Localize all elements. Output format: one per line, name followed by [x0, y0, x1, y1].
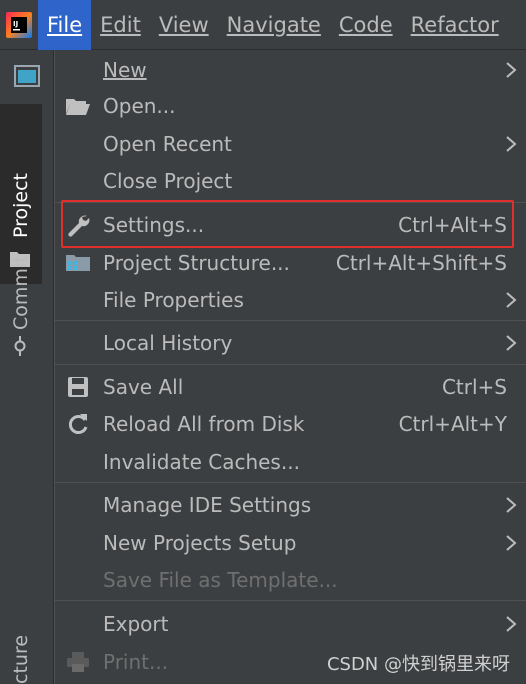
open-folder-icon: [65, 94, 91, 118]
menu-item-manage-ide-settings[interactable]: Manage IDE Settings: [55, 487, 526, 523]
menu-item-close-project-label: Close Project: [103, 169, 233, 193]
menu-item-file-properties[interactable]: File Properties: [55, 282, 526, 318]
menu-item-local-history[interactable]: Local History: [55, 325, 526, 361]
menu-item-project-structure[interactable]: Project Structure... Ctrl+Alt+Shift+S: [55, 245, 526, 281]
menu-item-open-recent[interactable]: Open Recent: [55, 126, 526, 162]
settings-highlight-box: [61, 200, 514, 248]
menu-item-open[interactable]: Open...: [55, 88, 526, 124]
menu-item-local-history-label: Local History: [103, 331, 233, 355]
menu-item-save-all-shortcut: Ctrl+S: [441, 375, 507, 399]
menu-item-close-project[interactable]: Close Project: [55, 163, 526, 199]
menu-item-project-structure-shortcut: Ctrl+Alt+Shift+S: [335, 251, 507, 275]
menu-item-save-file-as-template: Save File as Template...: [55, 562, 526, 598]
menu-item-reload-label: Reload All from Disk: [103, 412, 305, 436]
menu-refactor[interactable]: Refactor: [402, 0, 508, 50]
menu-item-open-label: Open...: [103, 94, 176, 118]
menu-code[interactable]: Code: [330, 0, 402, 50]
window-layout-icon[interactable]: [0, 50, 54, 102]
menu-item-export[interactable]: Export: [55, 606, 526, 642]
menu-item-open-recent-label: Open Recent: [103, 132, 232, 156]
file-menu-dropdown: New Open... Open Recent Close Project Se…: [54, 50, 526, 684]
submenu-arrow-icon: [506, 616, 517, 632]
menu-item-invalidate-caches[interactable]: Invalidate Caches...: [55, 444, 526, 480]
menu-item-new-projects-setup[interactable]: New Projects Setup: [55, 525, 526, 561]
menu-item-new[interactable]: New: [55, 52, 526, 88]
intellij-logo-icon[interactable]: IJ: [0, 0, 38, 50]
commit-icon: [10, 336, 30, 360]
submenu-arrow-icon: [506, 136, 517, 152]
menu-navigate[interactable]: Navigate: [218, 0, 330, 50]
menu-item-new-projects-setup-label: New Projects Setup: [103, 531, 297, 555]
submenu-arrow-icon: [506, 62, 517, 78]
save-icon: [65, 375, 91, 399]
tab-structure[interactable]: cture: [0, 634, 42, 684]
refresh-icon: [65, 412, 91, 436]
submenu-arrow-icon: [506, 497, 517, 513]
menu-separator: [55, 320, 526, 321]
tab-commit[interactable]: Commit: [0, 246, 42, 366]
menu-separator: [55, 364, 526, 365]
menu-item-save-all-label: Save All: [103, 375, 184, 399]
menu-item-export-label: Export: [103, 612, 169, 636]
project-structure-icon: [65, 251, 91, 275]
menu-item-file-properties-label: File Properties: [103, 288, 244, 312]
submenu-arrow-icon: [506, 535, 517, 551]
menu-separator: [55, 600, 526, 601]
menu-item-print-label: Print...: [103, 650, 169, 674]
menu-item-reload[interactable]: Reload All from Disk Ctrl+Alt+Y: [55, 406, 526, 442]
menu-edit[interactable]: Edit: [91, 0, 150, 50]
menu-item-invalidate-caches-label: Invalidate Caches...: [103, 450, 300, 474]
menu-item-save-all[interactable]: Save All Ctrl+S: [55, 369, 526, 405]
svg-text:IJ: IJ: [13, 20, 18, 28]
menu-view[interactable]: View: [150, 0, 218, 50]
menu-bar: IJ File Edit View Navigate Code Refactor: [0, 0, 526, 50]
tab-project-label: Project: [10, 172, 32, 238]
menu-item-project-structure-label: Project Structure...: [103, 251, 290, 275]
menu-separator: [55, 482, 526, 483]
watermark: CSDN @快到锅里来呀: [326, 654, 510, 675]
menu-item-reload-shortcut: Ctrl+Alt+Y: [398, 412, 507, 436]
submenu-arrow-icon: [506, 292, 517, 308]
menu-item-save-file-as-template-label: Save File as Template...: [103, 568, 338, 592]
tab-commit-label: Commit: [10, 255, 32, 330]
menu-file[interactable]: File: [38, 0, 92, 50]
left-tool-strip: Project Commit cture: [0, 50, 54, 684]
menu-item-manage-ide-settings-label: Manage IDE Settings: [103, 493, 312, 517]
printer-icon: [65, 650, 91, 674]
submenu-arrow-icon: [506, 335, 517, 351]
tab-structure-label: cture: [10, 634, 32, 684]
menu-item-new-label: New: [103, 58, 147, 82]
